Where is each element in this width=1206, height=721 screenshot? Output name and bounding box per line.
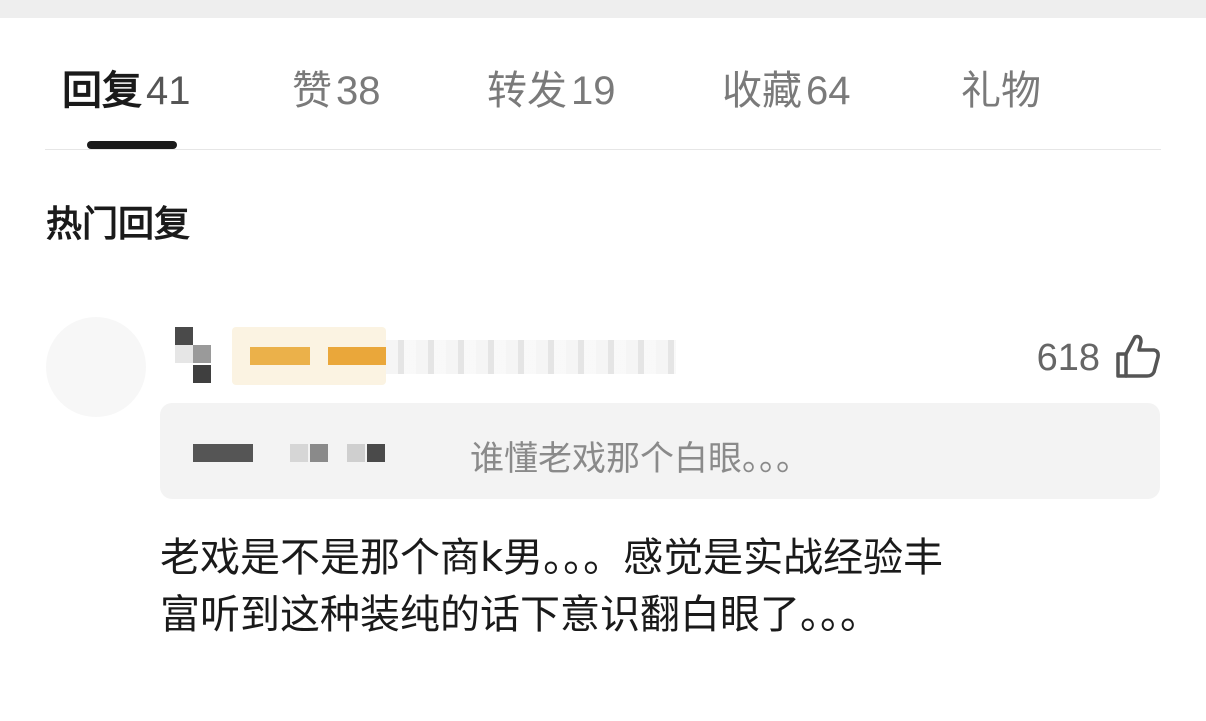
like-count: 618 bbox=[1036, 337, 1100, 379]
badge-pixel bbox=[328, 347, 386, 365]
tab-replies[interactable]: 回复 41 bbox=[62, 58, 191, 118]
tab-count: 19 bbox=[571, 69, 616, 113]
mosaic-quoted-user bbox=[347, 444, 365, 462]
user-badge-blurred bbox=[232, 327, 386, 385]
username-blurred bbox=[386, 340, 676, 374]
mosaic-username bbox=[193, 345, 211, 363]
tab-label: 收藏 bbox=[722, 68, 802, 114]
top-strip bbox=[0, 0, 1206, 18]
tab-count: 64 bbox=[806, 69, 851, 113]
tab-count: 41 bbox=[146, 69, 191, 113]
tab-label: 回复 bbox=[62, 68, 142, 114]
mosaic-quoted-user bbox=[290, 444, 308, 462]
badge-pixel bbox=[250, 347, 310, 365]
comment-text: 老戏是不是那个商k男。。。感觉是实战经验丰 富听到这种装纯的话下意识翻白眼了。。… bbox=[160, 530, 1160, 644]
thumbs-up-icon[interactable] bbox=[1114, 332, 1162, 380]
tab-gifts[interactable]: 礼物 bbox=[961, 58, 1041, 118]
mosaic-username bbox=[175, 345, 193, 363]
mosaic-username bbox=[193, 365, 211, 383]
quoted-reply[interactable]: 谁懂老戏那个白眼。。。 bbox=[160, 403, 1160, 499]
tab-reposts[interactable]: 转发 19 bbox=[487, 58, 616, 118]
mosaic-quoted-user bbox=[367, 444, 385, 462]
tab-favorites[interactable]: 收藏 64 bbox=[722, 58, 851, 118]
tabs-divider bbox=[45, 149, 1161, 150]
tab-likes[interactable]: 赞 38 bbox=[292, 58, 381, 118]
comment-line: 富听到这种装纯的话下意识翻白眼了。。。 bbox=[160, 592, 880, 638]
mosaic-quoted-user bbox=[310, 444, 328, 462]
tab-bar: 回复 41 赞 38 转发 19 收藏 64 礼物 bbox=[0, 18, 1206, 150]
active-tab-indicator bbox=[87, 141, 177, 149]
quoted-reply-text: 谁懂老戏那个白眼。。。 bbox=[470, 439, 810, 479]
tab-count: 38 bbox=[336, 69, 381, 113]
mosaic-quoted-user bbox=[193, 444, 253, 462]
mosaic-username bbox=[175, 327, 193, 345]
section-title: 热门回复 bbox=[46, 204, 191, 245]
comment-line: 老戏是不是那个商k男。。。感觉是实战经验丰 bbox=[160, 535, 944, 581]
avatar[interactable] bbox=[46, 317, 146, 417]
tab-label: 礼物 bbox=[961, 68, 1041, 114]
tab-label: 赞 bbox=[292, 68, 332, 114]
tab-label: 转发 bbox=[487, 68, 567, 114]
